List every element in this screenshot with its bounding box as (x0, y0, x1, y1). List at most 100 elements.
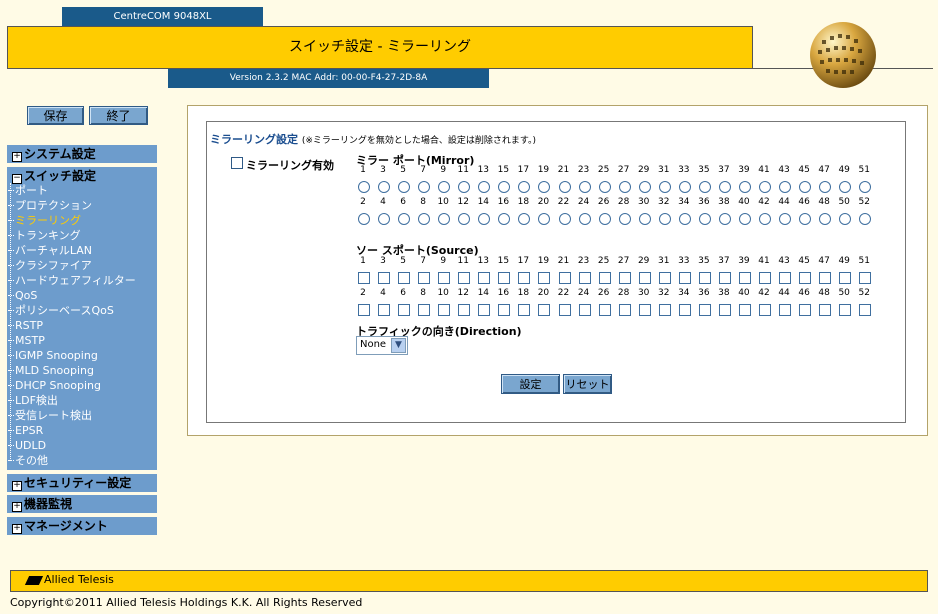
mirror-port-radio[interactable] (578, 181, 591, 193)
mirror-port-radio[interactable] (718, 213, 731, 225)
sidebar-item[interactable]: MLD Snooping (8, 363, 94, 378)
source-port-checkbox[interactable] (638, 272, 651, 284)
mirror-port-radio[interactable] (658, 181, 671, 193)
source-port-checkbox[interactable] (618, 304, 631, 316)
source-port-checkbox[interactable] (718, 272, 731, 284)
sidebar-item[interactable]: バーチャルLAN (8, 243, 92, 258)
mirror-port-radio[interactable] (578, 213, 591, 225)
mirror-port-radio[interactable] (779, 181, 792, 193)
mirror-port-radio[interactable] (678, 181, 691, 193)
sidebar-item[interactable]: LDF検出 (8, 393, 58, 408)
source-port-checkbox[interactable] (638, 304, 651, 316)
source-port-checkbox[interactable] (779, 272, 792, 284)
mirror-port-radio[interactable] (358, 181, 370, 193)
sidebar-item[interactable]: MSTP (8, 333, 45, 348)
mirror-port-radio[interactable] (378, 181, 391, 193)
source-port-checkbox[interactable] (819, 272, 832, 284)
mirror-port-radio[interactable] (779, 213, 792, 225)
source-port-checkbox[interactable] (498, 304, 511, 316)
mirror-port-radio[interactable] (759, 213, 771, 225)
source-port-checkbox[interactable] (578, 272, 591, 284)
menu-security-settings[interactable]: + セキュリティー設定 (7, 474, 157, 492)
mirror-port-radio[interactable] (799, 181, 812, 193)
source-port-checkbox[interactable] (738, 304, 751, 316)
source-port-checkbox[interactable] (718, 304, 731, 316)
source-port-checkbox[interactable] (538, 272, 551, 284)
sidebar-item[interactable]: トランキング (8, 228, 81, 243)
reset-button[interactable]: リセット (563, 374, 612, 394)
mirror-port-radio[interactable] (598, 181, 611, 193)
mirror-port-radio[interactable] (398, 181, 411, 193)
source-port-checkbox[interactable] (738, 272, 751, 284)
mirror-port-radio[interactable] (698, 181, 711, 193)
source-port-checkbox[interactable] (598, 304, 611, 316)
menu-device-monitoring[interactable]: + 機器監視 (7, 495, 157, 513)
source-port-checkbox[interactable] (418, 304, 431, 316)
sidebar-item[interactable]: UDLD (8, 438, 46, 453)
mirror-port-radio[interactable] (638, 213, 651, 225)
mirror-port-radio[interactable] (738, 181, 751, 193)
source-port-checkbox[interactable] (398, 304, 411, 316)
sidebar-item[interactable]: その他 (8, 453, 48, 468)
source-port-checkbox[interactable] (438, 272, 451, 284)
source-port-checkbox[interactable] (678, 304, 691, 316)
mirror-port-radio[interactable] (718, 181, 731, 193)
mirror-port-radio[interactable] (759, 181, 771, 193)
direction-select[interactable]: None ▼ (356, 336, 408, 355)
sidebar-item[interactable]: EPSR (8, 423, 43, 438)
mirror-port-radio[interactable] (799, 213, 812, 225)
source-port-checkbox[interactable] (678, 272, 691, 284)
mirror-port-radio[interactable] (658, 213, 671, 225)
source-port-checkbox[interactable] (358, 272, 370, 284)
exit-button[interactable]: 終了 (89, 106, 148, 125)
source-port-checkbox[interactable] (618, 272, 631, 284)
mirror-port-radio[interactable] (558, 213, 571, 225)
source-port-checkbox[interactable] (658, 304, 671, 316)
sidebar-item[interactable]: DHCP Snooping (8, 378, 101, 393)
menu-system-settings[interactable]: + システム設定 (7, 145, 157, 163)
sidebar-item[interactable]: RSTP (8, 318, 43, 333)
source-port-checkbox[interactable] (478, 272, 491, 284)
source-port-checkbox[interactable] (698, 304, 711, 316)
source-port-checkbox[interactable] (859, 304, 872, 316)
source-port-checkbox[interactable] (779, 304, 792, 316)
sidebar-item[interactable]: ハードウェアフィルター (8, 273, 136, 288)
source-port-checkbox[interactable] (378, 304, 391, 316)
source-port-checkbox[interactable] (398, 272, 411, 284)
source-port-checkbox[interactable] (759, 272, 771, 284)
sidebar-item[interactable]: QoS (8, 288, 37, 303)
source-port-checkbox[interactable] (498, 272, 511, 284)
source-port-checkbox[interactable] (378, 272, 391, 284)
source-port-checkbox[interactable] (598, 272, 611, 284)
mirror-port-radio[interactable] (618, 213, 631, 225)
mirror-port-radio[interactable] (678, 213, 691, 225)
source-port-checkbox[interactable] (518, 272, 531, 284)
source-port-checkbox[interactable] (558, 272, 571, 284)
source-port-checkbox[interactable] (438, 304, 451, 316)
save-button[interactable]: 保存 (27, 106, 84, 125)
source-port-checkbox[interactable] (799, 272, 812, 284)
source-port-checkbox[interactable] (418, 272, 431, 284)
source-port-checkbox[interactable] (358, 304, 370, 316)
mirror-port-radio[interactable] (358, 213, 370, 225)
source-port-checkbox[interactable] (458, 272, 471, 284)
source-port-checkbox[interactable] (518, 304, 531, 316)
menu-management[interactable]: + マネージメント (7, 517, 157, 535)
source-port-checkbox[interactable] (578, 304, 591, 316)
source-port-checkbox[interactable] (859, 272, 872, 284)
source-port-checkbox[interactable] (558, 304, 571, 316)
sidebar-item[interactable]: 受信レート検出 (8, 408, 92, 423)
source-port-checkbox[interactable] (839, 272, 852, 284)
mirror-port-radio[interactable] (558, 181, 571, 193)
sidebar-item[interactable]: クラシファイア (8, 258, 92, 273)
set-button[interactable]: 設定 (501, 374, 560, 394)
mirror-port-radio[interactable] (378, 213, 391, 225)
sidebar-item[interactable]: ポリシーベースQoS (8, 303, 114, 318)
sidebar-item[interactable]: プロテクション (8, 198, 92, 213)
source-port-checkbox[interactable] (799, 304, 812, 316)
mirror-port-radio[interactable] (738, 213, 751, 225)
source-port-checkbox[interactable] (658, 272, 671, 284)
source-port-checkbox[interactable] (478, 304, 491, 316)
mirror-port-radio[interactable] (698, 213, 711, 225)
sidebar-item[interactable]: ポート (8, 183, 48, 198)
